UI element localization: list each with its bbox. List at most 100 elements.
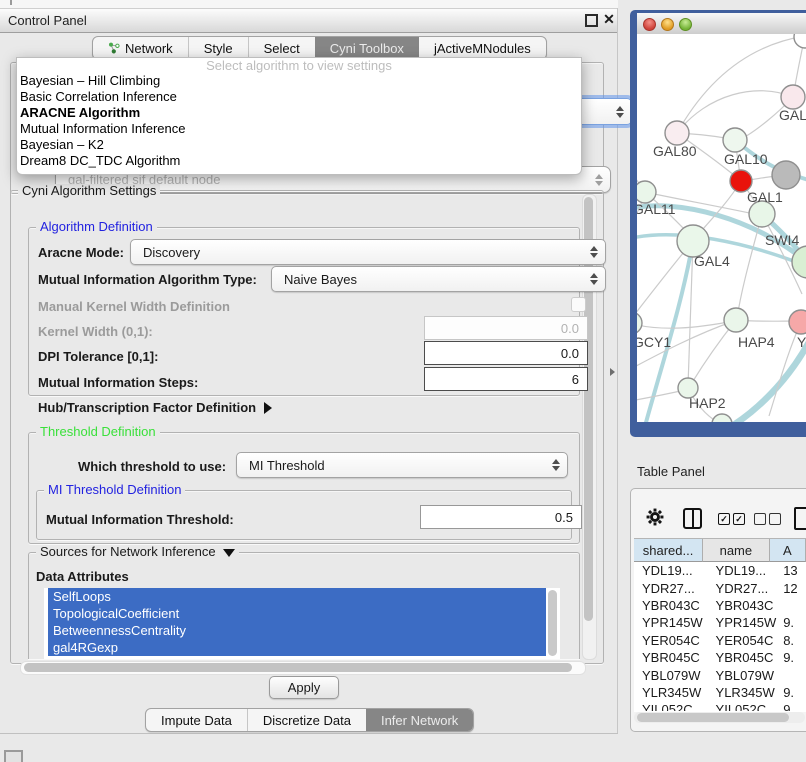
dropdown-item[interactable]: Basic Correlation Inference [17,89,581,105]
sources-toggle[interactable]: Sources for Network Inference [36,545,239,559]
cell[interactable]: YBR043C [708,598,779,613]
table-function-icon[interactable] [794,507,806,530]
cell[interactable]: 9. [778,650,806,665]
close-icon[interactable]: ✕ [602,11,616,27]
table-hscrollbar-thumb[interactable] [637,713,789,722]
split-columns-icon[interactable] [683,508,702,529]
cell[interactable]: YIL052C [708,702,779,711]
attribute-item-selected[interactable]: TopologicalCoefficient [48,605,546,622]
attribute-item-selected[interactable]: SelfLoops [48,588,546,605]
settings-hscrollbar-thumb[interactable] [24,663,572,672]
cell[interactable]: 9 [778,702,806,711]
unselect-all-columns-icon[interactable] [754,513,781,525]
tab-infer-network[interactable]: Infer Network [366,709,473,731]
dropdown-item[interactable]: Mutual Information Inference [17,121,581,137]
tab-cyni-toolbox[interactable]: Cyni Toolbox [315,37,419,59]
node-gal-clipped[interactable] [781,85,805,109]
cell[interactable]: YER054C [634,633,708,648]
cyni-settings-title: Cyni Algorithm Settings [18,184,160,198]
dropdown-item-selected[interactable]: ARACNE Algorithm [17,105,581,121]
column-header-name[interactable]: name [703,539,769,562]
tab-style-label: Style [204,41,233,56]
mi-steps-field[interactable]: 6 [424,367,588,391]
cell[interactable]: YBR043C [634,598,708,613]
column-header-shared-name[interactable]: shared... [634,539,703,562]
aracne-mode-combo[interactable]: Discovery [130,239,606,265]
cell[interactable]: YPR145W [708,615,779,630]
node-gray[interactable] [772,161,800,189]
table-row[interactable]: YDL19... YDL19... 13 [634,562,806,579]
mi-threshold-field[interactable]: 0.5 [420,505,582,529]
which-threshold-value: MI Threshold [249,458,325,473]
cell[interactable]: YPR145W [634,615,708,630]
cell[interactable]: 9. [778,685,806,700]
minimize-window-icon[interactable] [661,18,674,31]
table-row[interactable]: YLR345W YLR345W 9. [634,684,806,701]
table-row[interactable]: YBR045C YBR045C 9. [634,649,806,666]
cell[interactable]: YLR345W [708,685,779,700]
table-row[interactable]: YPR145W YPR145W 9. [634,614,806,631]
apply-button[interactable]: Apply [269,676,339,699]
cell[interactable]: YIL052C [634,702,708,711]
mi-algorithm-combo[interactable]: Naive Bayes [271,266,606,292]
cell[interactable]: YBR045C [708,650,779,665]
which-threshold-combo[interactable]: MI Threshold [236,452,568,478]
attribute-item-selected[interactable]: BetweennessCentrality [48,622,546,639]
table-row[interactable]: YDR27... YDR27... 12 [634,579,806,596]
manual-kernel-checkbox[interactable] [571,297,586,312]
tab-impute-data[interactable]: Impute Data [146,709,247,731]
cell[interactable]: YDR27... [708,581,779,596]
tab-jactivemnodules[interactable]: jActiveMNodules [419,37,546,59]
which-threshold-label: Which threshold to use: [78,459,226,474]
tab-select[interactable]: Select [248,37,315,59]
kernel-width-field[interactable]: 0.0 [424,316,588,340]
node-partial-bottom[interactable] [712,414,732,422]
zoom-window-icon[interactable] [679,18,692,31]
table-row[interactable]: YBR043C YBR043C [634,597,806,614]
close-window-icon[interactable] [643,18,656,31]
node-salmon[interactable] [789,310,806,334]
dpi-tolerance-field[interactable]: 0.0 [424,341,588,365]
combo-stepper-icon [590,246,598,258]
table-row[interactable]: YBL079W YBL079W [634,666,806,683]
table-row[interactable]: YER054C YER054C 8. [634,632,806,649]
bottom-tabbar: Impute Data Discretize Data Infer Networ… [145,708,474,732]
cell[interactable]: YDR27... [634,581,708,596]
attribute-item-selected[interactable]: gal4RGexp [48,639,546,656]
float-window-icon[interactable] [585,14,598,27]
node-gal80[interactable] [665,121,689,145]
network-window-titlebar[interactable] [637,13,806,35]
dropdown-item[interactable]: Dream8 DC_TDC Algorithm [17,153,581,169]
cell[interactable]: YBL079W [708,668,779,683]
minimized-panel-icon[interactable] [4,750,23,762]
cell[interactable]: 12 [778,581,806,596]
dropdown-item[interactable]: Bayesian – Hill Climbing [17,73,581,89]
cell[interactable]: YBL079W [634,668,708,683]
divider-collapse-arrow[interactable] [610,368,615,376]
cell[interactable]: YDL19... [634,563,708,578]
cell[interactable]: YDL19... [708,563,779,578]
cell[interactable]: YBR045C [634,650,708,665]
hub-section-toggle[interactable]: Hub/Transcription Factor Definition [38,400,272,415]
select-all-columns-icon[interactable]: ✓✓ [718,513,745,525]
node-hap4[interactable] [724,308,748,332]
network-canvas[interactable]: GAL GAL80 GAL10 GAL1 GAL11 SWI4 GAL4 GCY… [637,34,806,422]
tab-network[interactable]: Network [93,37,188,59]
attributes-vscrollbar-thumb[interactable] [548,590,557,656]
cell[interactable]: YLR345W [634,685,708,700]
cell[interactable]: YER054C [708,633,779,648]
cell[interactable]: 13 [778,563,806,578]
algorithm-dropdown: Select algorithm to view settings Bayesi… [16,57,582,175]
node-gcy1[interactable] [637,312,642,334]
tab-style[interactable]: Style [188,37,248,59]
dropdown-item[interactable]: Bayesian – K2 [17,137,581,153]
column-header-clipped[interactable]: A [770,539,806,562]
tab-discretize-data[interactable]: Discretize Data [247,709,366,731]
node-gal10[interactable] [723,128,747,152]
node-gal11[interactable] [637,181,656,203]
gear-icon[interactable] [646,508,664,526]
table-row[interactable]: YIL052C YIL052C 9 [634,701,806,711]
cell[interactable]: 9. [778,615,806,630]
node-unlabeled-top[interactable] [794,34,806,48]
cell[interactable]: 8. [778,633,806,648]
